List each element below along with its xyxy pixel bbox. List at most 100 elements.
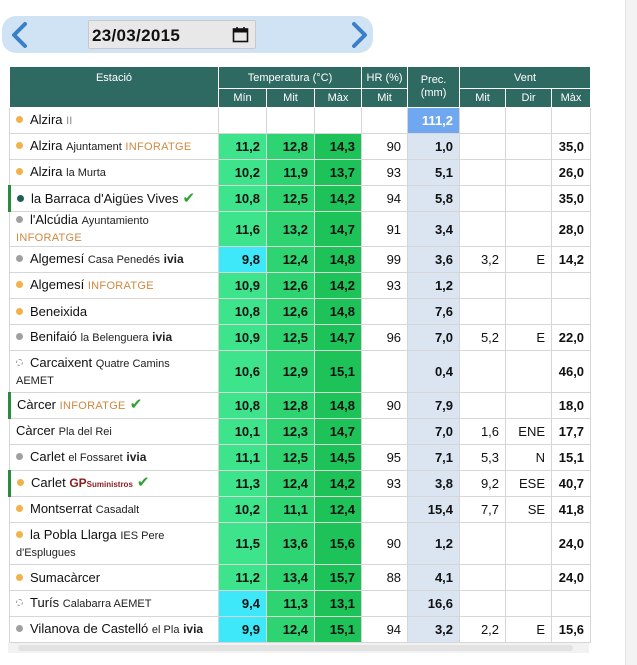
station-name[interactable]: Beneixida: [30, 304, 87, 319]
ivia-logo-text: ivia: [126, 450, 147, 464]
station-location: Casadalt: [95, 504, 140, 516]
wind-max-cell: [551, 107, 592, 134]
station-cell[interactable]: Montserrat Casadalt: [9, 496, 219, 523]
station-cell[interactable]: Beneixida: [9, 298, 219, 325]
table-row[interactable]: Algemesí INFORATGE 10,9 12,6 14,2 93 1,2: [9, 272, 592, 299]
header-estacio[interactable]: Estació: [9, 66, 219, 108]
stations-table: Estació Temperatura (°C) HR (%) Prec. (m…: [8, 66, 592, 643]
header-v-mit[interactable]: Mit: [459, 88, 507, 108]
station-cell[interactable]: Vilanova de Castelló el Pla ivia: [9, 616, 219, 643]
table-row[interactable]: Turís Calabarra AEMET 9,4 11,3 13,1 16,6: [9, 590, 592, 617]
header-prec[interactable]: Prec. (mm): [407, 66, 461, 108]
table-row[interactable]: Càrcer INFORATGE ✔ 10,8 12,8 14,8 90 7,9 18,0: [8, 392, 592, 419]
header-v-dir[interactable]: Dir: [505, 88, 553, 108]
station-name[interactable]: Sumacàrcer: [30, 570, 100, 585]
wind-mean-cell: [459, 522, 507, 565]
header-v-max[interactable]: Màx: [551, 88, 592, 108]
station-name[interactable]: Carlet: [31, 475, 66, 490]
temp-min-cell: 10,2: [218, 159, 267, 186]
table-row[interactable]: Benifaió la Belenguera ivia 10,9 12,5 14,7 9…: [9, 324, 592, 351]
station-cell[interactable]: Turís Calabarra AEMET: [9, 590, 219, 617]
inforatge-logo-text: INFORATGE: [125, 141, 192, 153]
header-t-max[interactable]: Màx: [313, 88, 363, 108]
calendar-icon[interactable]: [232, 26, 249, 43]
wind-direction-cell: [505, 350, 553, 393]
wind-direction-cell: [505, 590, 553, 617]
station-name[interactable]: la Pobla Llarga: [30, 527, 117, 542]
station-cell[interactable]: la Pobla Llarga IES Pere d'Esplugues: [9, 522, 219, 565]
station-location: el Fossaret: [68, 452, 123, 464]
station-cell[interactable]: Algemesí Casa Penedés ivia: [9, 246, 219, 273]
station-location: la Belenguera: [80, 332, 149, 344]
verified-check-icon: ✔: [136, 473, 150, 491]
station-cell[interactable]: Carlet el Fossaret ivia: [9, 444, 219, 471]
station-name[interactable]: Montserrat: [30, 501, 92, 516]
station-status-dot-icon: [16, 255, 23, 262]
horizontal-scrollbar-thumb[interactable]: [18, 645, 573, 651]
previous-day-button[interactable]: [4, 19, 34, 51]
inforatge-logo: INFORATGE: [125, 141, 191, 153]
station-name[interactable]: Alzira: [30, 164, 63, 179]
date-input[interactable]: 23/03/2015: [88, 20, 256, 49]
table-row[interactable]: Carlet el Fossaret ivia 11,1 12,5 14,5 95 7,1…: [9, 444, 592, 471]
table-row[interactable]: la Barraca d'Aigües Vives ✔ 10,8 12,5 14,2 94…: [8, 185, 592, 212]
station-status-dot-icon: [16, 358, 23, 366]
station-name[interactable]: Carlet: [30, 449, 65, 464]
station-name[interactable]: Carcaixent: [30, 355, 92, 370]
table-row[interactable]: Algemesí Casa Penedés ivia 9,8 12,4 14,8 99 3…: [9, 246, 592, 273]
vertical-scrollbar[interactable]: [625, 0, 637, 665]
station-cell[interactable]: Carcaixent Quatre Camins AEMET: [9, 350, 219, 393]
station-cell[interactable]: la Barraca d'Aigües Vives ✔: [8, 185, 219, 212]
station-cell[interactable]: Algemesí INFORATGE: [9, 272, 219, 299]
station-cell[interactable]: Càrcer Pla del Rei: [9, 418, 219, 445]
station-name[interactable]: Càrcer: [17, 397, 56, 412]
station-name[interactable]: Alzira: [30, 138, 63, 153]
station-name[interactable]: Càrcer: [16, 423, 55, 438]
wind-mean-cell: [459, 298, 507, 325]
station-cell[interactable]: Alzira Ajuntament INFORATGE: [9, 133, 219, 160]
station-name[interactable]: l'Alcúdia: [30, 212, 78, 227]
wind-max-cell: 15,1: [551, 444, 592, 471]
temp-max-cell: 14,2: [313, 185, 363, 212]
station-cell[interactable]: Carlet GPSuministros ✔: [8, 470, 219, 497]
temp-mit-cell: 12,8: [266, 133, 315, 160]
table-row[interactable]: Alzira la Murta 10,2 11,9 13,7 93 5,1 26,0: [9, 159, 592, 186]
station-cell[interactable]: Càrcer INFORATGE ✔: [8, 392, 219, 419]
header-t-mit[interactable]: Mit: [266, 88, 315, 108]
humidity-cell: [361, 298, 409, 325]
station-cell[interactable]: l'Alcúdia Ayuntamiento INFORATGE: [9, 211, 219, 247]
station-cell[interactable]: Alzira II: [9, 107, 219, 134]
station-cell[interactable]: Sumacàrcer: [9, 564, 219, 591]
temp-mit-cell: 12,3: [266, 418, 315, 445]
station-cell[interactable]: Benifaió la Belenguera ivia: [9, 324, 219, 351]
station-name[interactable]: Alzira: [30, 112, 63, 127]
wind-max-cell: [551, 272, 592, 299]
horizontal-scrollbar[interactable]: [8, 643, 589, 653]
table-row[interactable]: Carcaixent Quatre Camins AEMET 10,6 12,9 15,…: [9, 350, 592, 393]
table-row[interactable]: l'Alcúdia Ayuntamiento INFORATGE 11,6 13,2…: [9, 211, 592, 247]
station-status-dot-icon: [16, 505, 23, 512]
table-row[interactable]: Sumacàrcer 11,2 13,4 15,7 88 4,1 24,0: [9, 564, 592, 591]
station-name[interactable]: Turís: [30, 595, 59, 610]
station-name[interactable]: la Barraca d'Aigües Vives: [31, 191, 179, 206]
table-row[interactable]: Montserrat Casadalt 10,2 11,1 12,4 15,4 7,7 SE…: [9, 496, 592, 523]
table-row[interactable]: Alzira II 111,2: [9, 107, 592, 134]
table-row[interactable]: Alzira Ajuntament INFORATGE 11,2 12,8 14,3 9…: [9, 133, 592, 160]
wind-direction-cell: E: [505, 324, 553, 351]
station-cell[interactable]: Alzira la Murta: [9, 159, 219, 186]
table-row[interactable]: Beneixida 10,8 12,6 14,8 7,6: [9, 298, 592, 325]
station-status-dot-icon: [17, 478, 24, 486]
station-name[interactable]: Algemesí: [30, 277, 84, 292]
table-row[interactable]: Càrcer Pla del Rei 10,1 12,3 14,7 7,0 1,6 ENE 1…: [9, 418, 592, 445]
table-row[interactable]: Carlet GPSuministros ✔ 11,3 12,4 14,2 93 3,8 9,…: [8, 470, 592, 497]
next-day-button[interactable]: [345, 19, 375, 51]
header-hr-mit[interactable]: Mit: [361, 88, 409, 108]
station-name[interactable]: Vilanova de Castelló: [30, 621, 148, 636]
station-name[interactable]: Benifaió: [30, 329, 77, 344]
ivia-logo: ivia: [183, 622, 203, 636]
header-t-min[interactable]: Mín: [218, 88, 267, 108]
table-row[interactable]: la Pobla Llarga IES Pere d'Esplugues 11,5 1…: [9, 522, 592, 565]
table-row[interactable]: Vilanova de Castelló el Pla ivia 9,9 12,4 1…: [9, 616, 592, 643]
humidity-cell: [361, 496, 409, 523]
station-name[interactable]: Algemesí: [30, 251, 84, 266]
